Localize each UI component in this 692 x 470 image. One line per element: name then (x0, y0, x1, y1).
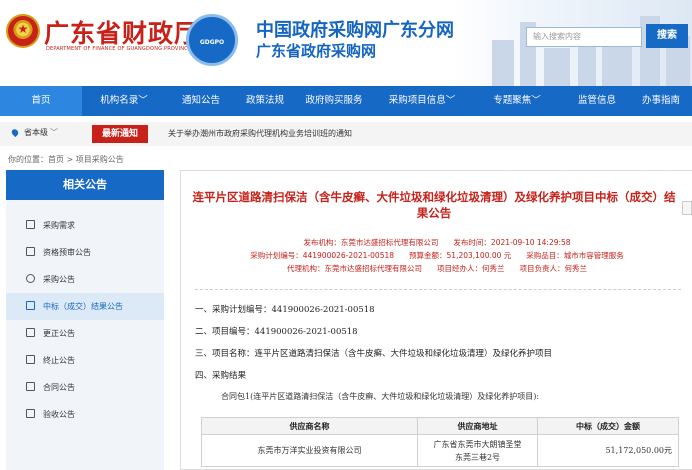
supplier-address: 广东省东莞市大朗镇圣堂 东莞三巷2号 (417, 434, 538, 467)
scroll-handle[interactable] (682, 201, 692, 215)
list-icon (26, 301, 35, 310)
nav-guide[interactable]: 办事指南 (630, 86, 692, 116)
table-row: 东莞市万洋实业投资有限公司 广东省东莞市大朗镇圣堂 东莞三巷2号 51,172,0… (201, 434, 679, 467)
latest-notice-badge: 最新通知 (92, 125, 148, 143)
nav-services[interactable]: 政府购买服务 (294, 86, 374, 116)
location-label: 省本级 (24, 128, 48, 137)
notice-link[interactable]: 关于举办潮州市政府采购代理机构业务培训班的通知 (168, 128, 352, 139)
sidebar-heading: 相关公告 (6, 170, 164, 200)
sidebar-item-prequalification[interactable]: 资格预审公告 (6, 239, 164, 266)
document-icon (26, 328, 35, 337)
nav-home[interactable]: 首页 (0, 86, 82, 116)
section-project-name: 三、项目名称：连平片区道路清扫保洁（含牛皮癣、大件垃圾和绿化垃圾清理）及绿化养护… (195, 349, 553, 359)
mof-title[interactable]: 广东省财政厅 (44, 14, 200, 50)
sidebar-item-label: 终止公告 (43, 356, 75, 365)
sidebar-item-correction[interactable]: 更正公告 (6, 320, 164, 347)
supplier-name: 东莞市万洋实业投资有限公司 (201, 434, 418, 467)
col-address: 供应商地址 (417, 417, 538, 435)
nav-policies[interactable]: 政策法规 (236, 86, 294, 116)
document-icon (26, 382, 35, 391)
sidebar-item-acceptance[interactable]: 验收公告 (6, 401, 164, 428)
gdgpo-logo-icon[interactable]: GDGPO (186, 14, 238, 66)
sidebar-item-contract[interactable]: 合同公告 (6, 374, 164, 401)
document-icon (26, 220, 35, 229)
nav-notices[interactable]: 通知公告 (166, 86, 236, 116)
flow-icon (26, 247, 35, 256)
search-button[interactable]: 搜索 (646, 24, 688, 48)
nav-directory[interactable]: 机构名录﹀ (82, 86, 166, 116)
document-title: 连平片区道路清扫保洁（含牛皮癣、大件垃圾和绿化垃圾清理）及绿化养护项目中标（成交… (192, 190, 676, 220)
sidebar-item-label: 中标（成交）结果公告 (43, 302, 123, 311)
sidebar-item-requirements[interactable]: 采购需求 (6, 212, 164, 239)
search-input[interactable]: 输入搜索内容 (526, 27, 642, 47)
gear-icon (26, 274, 35, 283)
nav-supervision[interactable]: 监管信息 (564, 86, 630, 116)
sidebar-item-label: 验收公告 (43, 410, 75, 419)
col-supplier: 供应商名称 (201, 417, 418, 435)
sidebar-item-label: 合同公告 (43, 383, 75, 392)
location-pin-icon (10, 127, 20, 138)
location-selector[interactable]: 省本级 ﹀ (10, 127, 58, 138)
site-title[interactable]: 中国政府采购网广东分网 (256, 16, 454, 42)
meta-plan: 采购计划编号：441900026-2021-00518 预算金额：51,203,… (250, 251, 624, 260)
sidebar: 相关公告 采购需求 资格预审公告 采购公告 中标（成交）结果公告 更正公告 终止… (6, 170, 164, 470)
sidebar-item-termination[interactable]: 终止公告 (6, 347, 164, 374)
notice-bar: 省本级 ﹀ 最新通知 关于举办潮州市政府采购代理机构业务培训班的通知 (0, 122, 692, 146)
nav-topics[interactable]: 专题聚焦﹀ (470, 86, 564, 116)
gdgpo-logo-text: GDGPO (199, 39, 225, 46)
section-divider (195, 289, 681, 290)
document-panel: 连平片区道路清扫保洁（含牛皮癣、大件垃圾和绿化垃圾清理）及绿化养护项目中标（成交… (180, 170, 692, 470)
meta-publisher: 发布机构：东莞市达盛招标代理有限公司 发布时间：2021-09-10 14:29… (303, 238, 571, 247)
mof-subtitle: DEPARTMENT OF FINANCE OF GUANGDONG PROVI… (46, 46, 192, 52)
sidebar-item-label: 采购公告 (43, 275, 75, 284)
nav-projects[interactable]: 采购项目信息﹀ (374, 86, 470, 116)
site-subtitle: 广东省政府采购网 (256, 42, 377, 60)
sidebar-item-label: 采购需求 (43, 221, 75, 230)
breadcrumb[interactable]: 你的位置：首页 > 项目采购公告 (8, 154, 124, 165)
document-icon (26, 355, 35, 364)
col-amount: 中标（成交）金额 (537, 417, 679, 435)
sidebar-item-label: 资格预审公告 (43, 248, 91, 257)
sidebar-item-label: 更正公告 (43, 329, 75, 338)
sidebar-item-procurement[interactable]: 采购公告 (6, 266, 164, 293)
chevron-down-icon: ﹀ (50, 128, 58, 137)
package-line: 合同包1(连平片区道路清扫保洁（含牛皮癣、大件垃圾和绿化垃圾清理）及绿化养护项目… (221, 392, 540, 401)
site-header: 广东省财政厅 DEPARTMENT OF FINANCE OF GUANGDON… (0, 0, 692, 86)
national-emblem-icon (6, 14, 40, 48)
address-line-1: 广东省东莞市大朗镇圣堂 (433, 439, 522, 449)
award-amount: 51,172,050.00元 (537, 434, 679, 467)
meta-agency: 代理机构：东莞市达盛招标代理有限公司 项目经办人：何秀兰 项目负责人：何秀兰 (287, 264, 587, 273)
result-table: 供应商名称 供应商地址 中标（成交）金额 东莞市万洋实业投资有限公司 广东省东莞… (201, 417, 679, 467)
section-project-number: 二、项目编号：441900026-2021-00518 (195, 327, 358, 337)
address-line-2: 东莞三巷2号 (454, 452, 501, 462)
document-icon (26, 409, 35, 418)
sidebar-item-award-result[interactable]: 中标（成交）结果公告 (6, 293, 164, 320)
main-nav: 首页 机构名录﹀ 通知公告 政策法规 政府购买服务 采购项目信息﹀ 专题聚焦﹀ … (0, 86, 692, 116)
section-result: 四、采购结果 (195, 371, 247, 381)
section-plan-number: 一、采购计划编号：441900026-2021-00518 (195, 305, 375, 315)
